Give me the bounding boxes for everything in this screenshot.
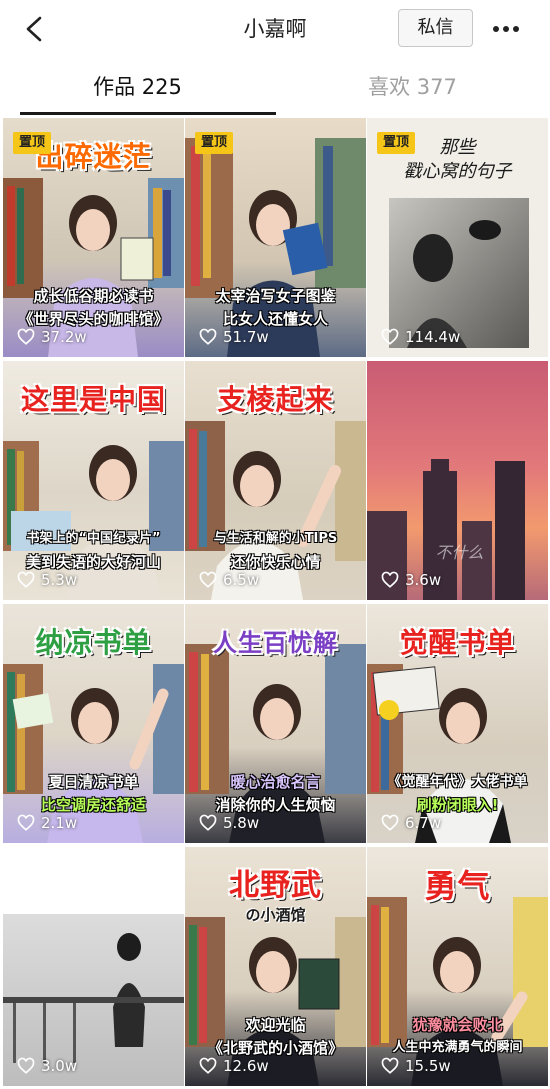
video-tile[interactable]: 那些 戳心窝的句子 置顶 114.4w: [367, 118, 548, 357]
video-tile[interactable]: 北野武 の小酒馆 欢迎光临 《北野武的小酒馆》 12.6w: [185, 847, 366, 1086]
video-tile[interactable]: 3.0w: [3, 847, 184, 1086]
pinned-badge: 置顶: [195, 132, 234, 154]
cover-subcaption: 美到失语的大好河山: [25, 553, 161, 571]
video-tile[interactable]: 人生百忧解 暖心治愈名言 消除你的人生烦恼 5.8w: [185, 604, 366, 843]
video-tile[interactable]: 出碎迷茫 置顶 成长低谷期必读书 《世界尽头的咖啡馆》 37.2w: [3, 118, 184, 357]
heart-icon: [381, 1057, 399, 1074]
profile-tabs: 作品 225 喜欢 377: [0, 58, 550, 116]
heart-icon: [381, 571, 399, 588]
video-tile[interactable]: 置顶 太宰治写女子图鉴 比女人还懂女人 51.7w: [185, 118, 366, 357]
top-bar: 小嘉啊 私信: [0, 0, 550, 58]
heart-icon: [199, 328, 217, 345]
video-tile[interactable]: 支棱起来 与生活和解的小TIPS 还你快乐心情 6.5w: [185, 361, 366, 600]
video-tile[interactable]: 觉醒书单 《觉醒年代》大佬书单 刷粉闭眼入! 6.7w: [367, 604, 548, 843]
heart-icon: [199, 1057, 217, 1074]
more-dots-icon[interactable]: [486, 14, 526, 44]
cover-caption: 成长低谷期必读书: [33, 287, 154, 305]
pinned-badge: 置顶: [377, 132, 416, 154]
cover-subcaption: 《世界尽头的咖啡馆》: [18, 310, 169, 328]
tab-works[interactable]: 作品 225: [0, 58, 275, 116]
pinned-badge: 置顶: [13, 132, 52, 154]
cover-image: [367, 361, 548, 600]
heart-icon: [17, 328, 35, 345]
cover-title: 人生百忧解: [213, 628, 338, 657]
cover-graffiti: 不什么: [435, 543, 484, 562]
cover-title: 这里是中国: [20, 383, 166, 416]
heart-icon: [381, 328, 399, 345]
cover-caption: 《觉醒年代》大佬书单: [387, 774, 528, 790]
video-tile[interactable]: 纳凉书单 夏日清凉书单 比空调房还舒适 2.1w: [3, 604, 184, 843]
heart-icon: [17, 1057, 35, 1074]
cover-caption: 书架上的“中国纪录片”: [26, 531, 161, 546]
cover-caption: 夏日清凉书单: [48, 773, 139, 791]
cover-subcaption: 比空调房还舒适: [40, 796, 146, 814]
cover-title: 支棱起来: [217, 383, 334, 416]
cover-caption: 暖心治愈名言: [230, 773, 321, 791]
back-chevron-icon[interactable]: [18, 12, 52, 46]
cover-caption: の小酒馆: [245, 906, 306, 924]
heart-icon: [17, 571, 35, 588]
cover-subcaption: 刷粉闭眼入!: [416, 796, 499, 814]
cover-caption: 与生活和解的小TIPS: [213, 531, 338, 546]
active-tab-indicator: [20, 112, 276, 115]
video-grid: 出碎迷茫 置顶 成长低谷期必读书 《世界尽头的咖啡馆》 37.2w 置顶 太宰治…: [0, 118, 550, 1089]
video-tile[interactable]: 不什么 3.6w: [367, 361, 548, 600]
tab-likes[interactable]: 喜欢 377: [275, 58, 550, 116]
cover-subcaption: 还你快乐心情: [230, 553, 321, 571]
cover-image: [3, 847, 184, 1086]
cover-subcaption: 比女人还懂女人: [222, 310, 328, 328]
message-button[interactable]: 私信: [398, 9, 473, 47]
cover-title: 勇气: [424, 867, 491, 905]
heart-icon: [199, 814, 217, 831]
cover-caption: 欢迎光临: [245, 1016, 306, 1034]
cover-caption: 太宰治写女子图鉴: [215, 287, 336, 305]
heart-icon: [17, 814, 35, 831]
cover-title: 北野武: [229, 868, 322, 903]
cover-caption: 犹豫就会败北: [412, 1016, 503, 1034]
heart-icon: [381, 814, 399, 831]
heart-icon: [199, 571, 217, 588]
cover-subcaption: 《北野武的小酒馆》: [207, 1039, 343, 1057]
cover-subcaption: 消除你的人生烦恼: [215, 796, 336, 814]
video-tile[interactable]: 勇气 犹豫就会败北 人生中充满勇气的瞬间 15.5w: [367, 847, 548, 1086]
cover-subcaption: 人生中充满勇气的瞬间: [392, 1040, 523, 1055]
cover-title: 纳凉书单: [35, 626, 152, 659]
video-tile[interactable]: 这里是中国 书架上的“中国纪录片” 美到失语的大好河山 5.3w: [3, 361, 184, 600]
cover-title: 觉醒书单: [399, 626, 516, 659]
